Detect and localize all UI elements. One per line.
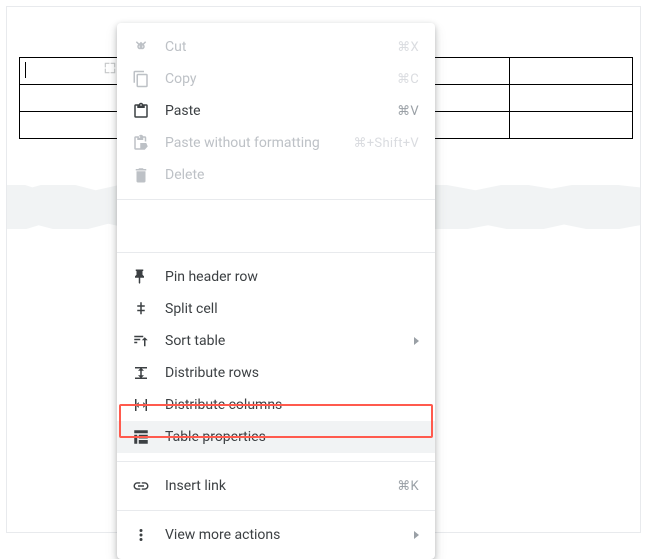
menu-separator [117,461,435,462]
menu-item-label: Table properties [165,429,419,445]
menu-item-paste-without-formatting[interactable]: Paste without formatting ⌘+Shift+V [117,127,435,159]
menu-item-cut[interactable]: Cut ⌘X [117,31,435,63]
submenu-arrow-icon [414,531,419,539]
delete-icon [131,165,151,185]
cut-icon [131,37,151,57]
menu-item-label: Cut [165,39,397,55]
menu-item-label: Distribute rows [165,365,419,381]
menu-item-label: Split cell [165,301,419,317]
menu-item-insert-link[interactable]: Insert link ⌘K [117,470,435,502]
menu-item-distribute-rows[interactable]: Distribute rows [117,357,435,389]
distribute-rows-icon [131,363,151,383]
menu-separator [117,199,435,200]
menu-item-shortcut: ⌘K [397,479,419,494]
paste-icon [131,101,151,121]
menu-item-label: View more actions [165,527,406,543]
submenu-arrow-icon [414,337,419,345]
menu-item-label: Paste without formatting [165,135,353,151]
menu-item-label: Delete [165,167,419,183]
menu-item-delete[interactable]: Delete [117,159,435,191]
menu-item-label: Paste [165,103,397,119]
copy-icon [131,69,151,89]
menu-item-label: Pin header row [165,269,419,285]
link-icon [131,476,151,496]
menu-item-shortcut: ⌘X [397,40,419,55]
menu-item-view-more-actions[interactable]: View more actions [117,519,435,551]
menu-item-distribute-columns[interactable]: Distribute columns [117,389,435,421]
menu-item-paste[interactable]: Paste ⌘V [117,95,435,127]
menu-item-label: Sort table [165,333,406,349]
menu-item-label: Insert link [165,478,397,494]
text-cursor [25,62,26,78]
table-properties-icon [131,427,151,447]
cell-drag-handle-icon[interactable] [103,61,117,75]
sort-icon [131,331,151,351]
menu-item-shortcut: ⌘V [397,104,419,119]
context-menu: Cut ⌘X Copy ⌘C Paste ⌘V Paste without fo… [117,23,435,559]
menu-separator [117,252,435,253]
split-cell-icon [131,299,151,319]
menu-item-copy[interactable]: Copy ⌘C [117,63,435,95]
menu-item-split-cell[interactable]: Split cell [117,293,435,325]
menu-item-shortcut: ⌘C [397,72,419,87]
more-vertical-icon [131,525,151,545]
menu-item-label: Distribute columns [165,397,419,413]
menu-item-sort-table[interactable]: Sort table [117,325,435,357]
menu-separator [117,510,435,511]
menu-item-shortcut: ⌘+Shift+V [353,136,419,151]
menu-item-pin-header-row[interactable]: Pin header row [117,261,435,293]
menu-item-label: Copy [165,71,397,87]
menu-item-table-properties[interactable]: Table properties [117,421,435,453]
paste-plain-icon [131,133,151,153]
pin-icon [131,267,151,287]
distribute-columns-icon [131,395,151,415]
